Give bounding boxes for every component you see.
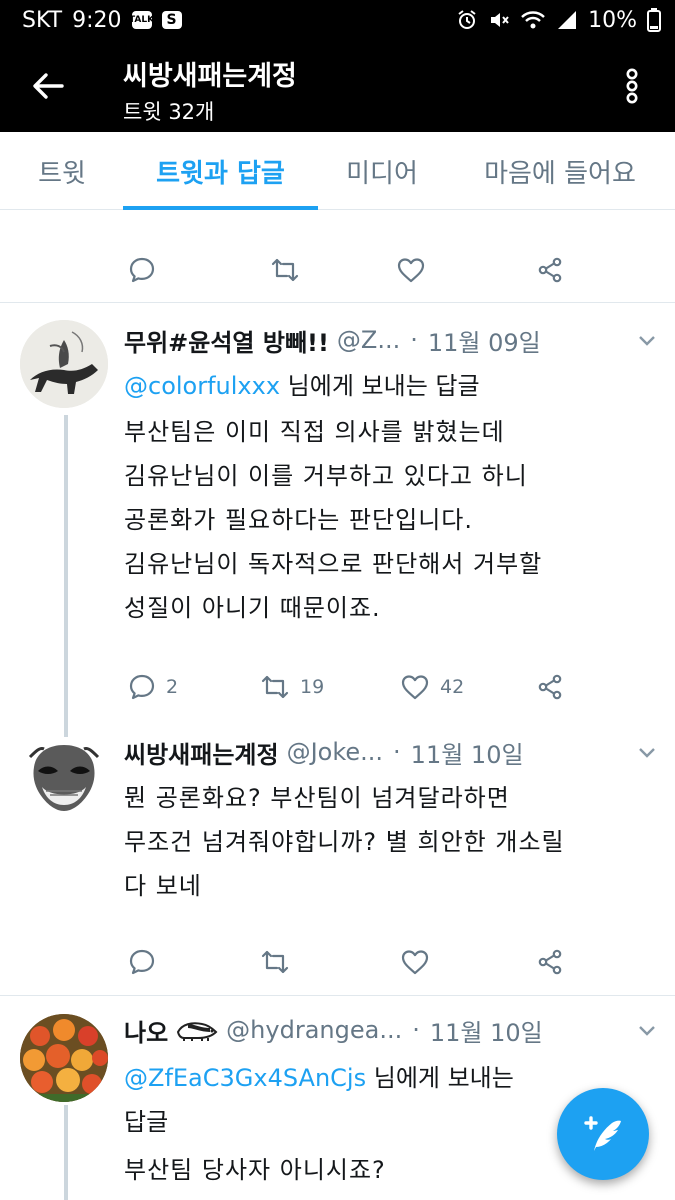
reply-icon	[129, 949, 155, 975]
overflow-menu-icon	[626, 68, 638, 104]
tweet-header: 무위#윤석열 방빼!! @Z... · 11월 09일	[124, 320, 634, 360]
retweet-icon	[261, 675, 289, 699]
tweet-date: 11월 10일	[410, 740, 524, 769]
tweet-author-handle[interactable]: @hydrangea...	[226, 1016, 402, 1044]
status-bar: SKT 9:20 TALK S 10%	[0, 0, 675, 40]
account-name: 씨방새패는계정	[123, 61, 297, 92]
tweet-actions	[124, 250, 594, 290]
reply-context: @colorfulxxx 님에게 보내는 답글	[124, 364, 624, 408]
reply-context: @ZfEaC3Gx4SAnCjs 님에게 보내는	[124, 1056, 614, 1100]
compose-tweet-button[interactable]	[557, 1088, 649, 1180]
alarm-icon	[456, 9, 478, 31]
like-button[interactable]	[396, 250, 426, 290]
reply-mention-link[interactable]: @colorfulxxx	[124, 372, 280, 400]
like-button[interactable]	[400, 942, 430, 982]
retweet-icon	[271, 258, 299, 282]
like-icon	[401, 675, 429, 700]
compose-tweet-icon	[584, 1116, 621, 1151]
tweet-author-name[interactable]: 무위#윤석열 방빼!!	[124, 323, 329, 358]
tweet-text: 부산팀은 이미 직접 의사를 밝혔는데 김유난님이 이를 거부하고 있다고 하니…	[124, 410, 659, 630]
retweet-count: 19	[300, 676, 325, 698]
back-button[interactable]	[26, 64, 70, 108]
tweet-menu-button[interactable]	[632, 1016, 662, 1046]
avatar[interactable]	[20, 1014, 108, 1102]
reply-context-text: 님에게 보내는	[366, 1064, 514, 1092]
overflow-menu-button[interactable]	[610, 64, 654, 108]
tab-likes[interactable]: 마음에 들어요	[462, 132, 658, 210]
badger-emoji-icon	[174, 1018, 218, 1042]
signal-icon	[556, 9, 578, 31]
tweet-menu-button[interactable]	[632, 738, 662, 768]
profile-header: 씨방새패는계정 트윗 32개	[0, 40, 675, 132]
reply-context-text: 님에게 보내는 답글	[280, 372, 480, 400]
like-icon	[397, 258, 425, 283]
retweet-button[interactable]	[260, 942, 290, 982]
tweet-author-handle[interactable]: @Z...	[337, 326, 400, 354]
tweet-text-line: 뭔 공론화요? 부산팀이 넘겨달라하면	[124, 784, 510, 812]
tweet-author-handle[interactable]: @Joke...	[287, 738, 383, 766]
s-notification-icon: S	[161, 11, 182, 29]
like-button[interactable]: 42	[400, 667, 464, 707]
divider	[0, 995, 675, 996]
tweet-text-line: 김유난님이 독자적으로 판단해서 거부할	[124, 550, 543, 578]
battery-icon	[647, 8, 661, 32]
share-icon	[538, 674, 562, 700]
tweet-actions: 2 19 42	[124, 667, 594, 707]
wifi-icon	[520, 9, 546, 31]
share-icon	[538, 949, 562, 975]
back-arrow-icon	[33, 73, 64, 99]
tweet-text-line: 다 보네	[124, 872, 202, 900]
talk-notification-icon: TALK	[129, 11, 154, 29]
tweet-author-name[interactable]: 씨방새패는계정	[124, 735, 279, 770]
chevron-down-icon	[639, 336, 655, 346]
chevron-down-icon	[639, 748, 655, 758]
tweet-actions	[124, 942, 594, 982]
reply-context-continued: 답글	[124, 1108, 169, 1136]
clock: 9:20	[72, 7, 122, 33]
tweet-date: 11월 09일	[427, 328, 541, 357]
tab-tweets[interactable]: 트윗	[22, 132, 102, 210]
reply-count: 2	[166, 676, 179, 698]
reply-icon	[129, 257, 155, 283]
retweet-button[interactable]: 19	[260, 667, 324, 707]
share-button[interactable]	[536, 667, 564, 707]
tweet-header: 나오 @hydrangea... · 11월 10일	[124, 1010, 634, 1050]
avatar[interactable]	[20, 737, 108, 825]
retweet-button[interactable]	[270, 250, 300, 290]
thread-line	[64, 1105, 68, 1200]
reply-icon	[129, 674, 155, 700]
avatar[interactable]	[20, 320, 108, 408]
mute-icon	[488, 9, 510, 31]
reply-button[interactable]	[128, 942, 156, 982]
carrier-label: SKT	[22, 7, 63, 33]
reply-button[interactable]	[128, 250, 156, 290]
tweet-author-name[interactable]: 나오	[124, 1013, 168, 1048]
battery-percent: 10%	[588, 7, 637, 33]
tweet-date: 11월 10일	[429, 1018, 543, 1047]
share-icon	[538, 257, 562, 283]
profile-tabs: 트윗 트윗과 답글 미디어 마음에 들어요	[0, 132, 675, 210]
tweet-text-line: 성질이 아니기 때문이죠.	[124, 594, 381, 622]
share-button[interactable]	[536, 942, 564, 982]
share-button[interactable]	[536, 250, 564, 290]
tweet-text-line: 공론화가 필요하다는 판단입니다.	[124, 506, 474, 534]
tab-tweets-and-replies[interactable]: 트윗과 답글	[123, 132, 318, 210]
like-icon	[401, 950, 429, 975]
divider	[0, 302, 675, 303]
thread-line	[64, 415, 68, 737]
tweet-text-line: 김유난님이 이를 거부하고 있다고 하니	[124, 462, 528, 490]
tweet-count: 트윗 32개	[123, 100, 215, 124]
tweet-text-line: 부산팀은 이미 직접 의사를 밝혔는데	[124, 418, 505, 446]
tweet-text: 뭔 공론화요? 부산팀이 넘겨달라하면 무조건 넘겨줘야합니까? 별 희안한 개…	[124, 776, 659, 908]
timeline[interactable]: 무위#윤석열 방빼!! @Z... · 11월 09일 @colorfulxxx…	[0, 210, 675, 1200]
reply-mention-link[interactable]: @ZfEaC3Gx4SAnCjs	[124, 1064, 366, 1092]
tweet-menu-button[interactable]	[632, 326, 662, 356]
retweet-icon	[261, 950, 289, 974]
tweet-header: 씨방새패는계정 @Joke... · 11월 10일	[124, 732, 634, 772]
reply-button[interactable]: 2	[128, 667, 178, 707]
like-count: 42	[440, 676, 465, 698]
tab-media[interactable]: 미디어	[332, 132, 432, 210]
chevron-down-icon	[639, 1026, 655, 1036]
tweet-text-line: 무조건 넘겨줘야합니까? 별 희안한 개소릴	[124, 828, 565, 856]
